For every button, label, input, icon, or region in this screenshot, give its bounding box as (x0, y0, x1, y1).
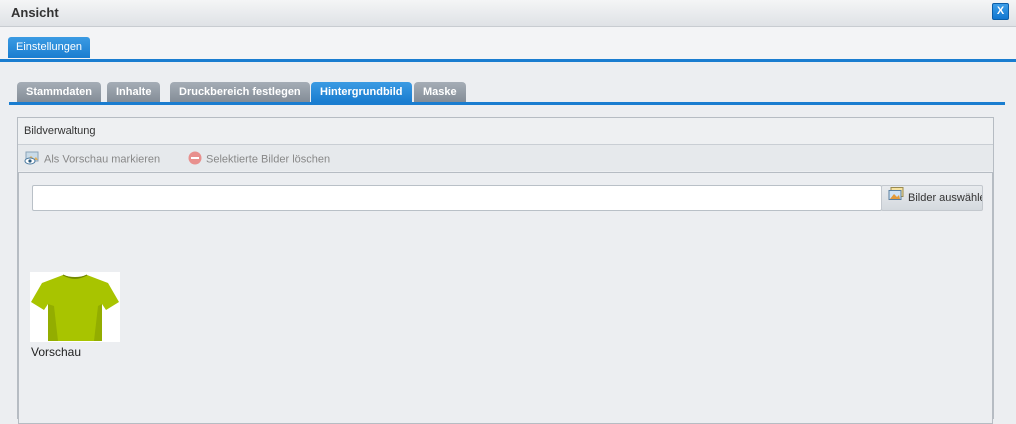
delete-selected-button[interactable]: Selektierte Bilder löschen (188, 151, 330, 168)
mark-preview-button[interactable]: Als Vorschau markieren (24, 151, 160, 168)
tab-einstellungen[interactable]: Einstellungen (8, 37, 91, 58)
thumbnail-label: Vorschau (31, 345, 82, 359)
window-title: Ansicht (11, 5, 59, 20)
bildverwaltung-panel: Bildverwaltung Als Vorschau markieren Se… (17, 117, 994, 424)
close-icon: X (996, 5, 1005, 17)
panel-header: Bildverwaltung (18, 118, 993, 145)
tab-stammdaten[interactable]: Stammdaten (17, 82, 102, 102)
close-button[interactable]: X (992, 3, 1009, 20)
select-images-button[interactable]: Bilder auswählen (881, 185, 983, 211)
subtab-bar-underline (9, 102, 1005, 105)
tab-hintergrundbild[interactable]: Hintergrundbild (311, 82, 412, 102)
tab-inhalte[interactable]: Inhalte (107, 82, 161, 102)
tshirt-image (31, 274, 119, 341)
top-tab-bar: Einstellungen (0, 27, 1016, 59)
mark-preview-label: Als Vorschau markieren (44, 153, 161, 166)
file-path-input[interactable] (32, 185, 882, 211)
image-area: Bilder auswählen Vorschau (18, 172, 993, 424)
select-images-label: Bilder auswählen (908, 192, 982, 204)
window-titlebar: Ansicht X (0, 0, 1016, 27)
image-thumbnail[interactable] (30, 272, 120, 342)
delete-selected-label: Selektierte Bilder löschen (206, 153, 331, 166)
tab-maske[interactable]: Maske (414, 82, 466, 102)
tab-druckbereich-festlegen[interactable]: Druckbereich festlegen (170, 82, 310, 102)
image-icon (888, 186, 904, 210)
eye-image-icon (24, 151, 40, 168)
image-toolbar: Als Vorschau markieren Selektierte Bilde… (18, 145, 993, 171)
tab-bar-underline (0, 59, 1016, 62)
panel-title: Bildverwaltung (24, 125, 96, 137)
minus-circle-icon (188, 151, 202, 168)
